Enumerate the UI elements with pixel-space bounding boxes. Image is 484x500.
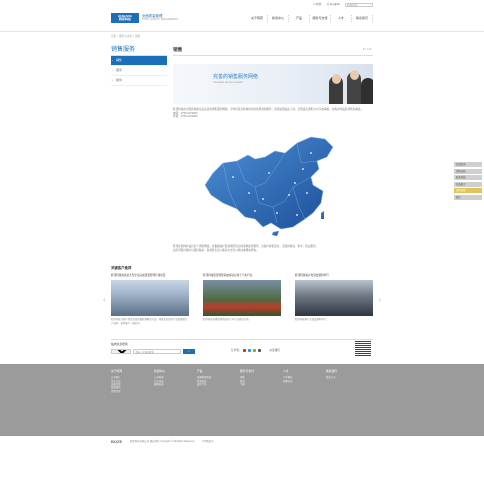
sidebar-title: 销售服务 <box>111 45 167 56</box>
more-share-icon[interactable] <box>258 348 262 352</box>
home-icon: ⌂ <box>312 2 315 7</box>
footer-column-title[interactable]: 新闻中心 <box>154 369 197 373</box>
site-search-label: 站内信息搜索 <box>111 341 128 346</box>
main-nav: 关于辉邦 新闻中心 产品 服务与支持 人才 联系我们 <box>247 15 373 22</box>
site-search: 站内信息搜索 全部 请输入关键词搜索 ⌕ 分享到： 关注我们 <box>111 338 373 361</box>
nav-contact[interactable]: 联系我们 <box>352 15 373 22</box>
topbar-links: ⌂ 中文 ◎ English 站内搜索 <box>313 3 373 7</box>
footer-link[interactable]: 资质荣誉 <box>111 390 154 393</box>
site-search-input[interactable]: 请输入关键词搜索 <box>133 349 181 355</box>
banner-title: 完善的销售服务网络 <box>213 74 259 80</box>
footer-column: 联系我们 联系方式 <box>326 369 369 393</box>
map-note: 辉邦在国内外设有多个销售网络，并根据客户及各地区的实际需求提供服务，为客户提供及… <box>173 244 319 252</box>
lang-cn-link[interactable]: ⌂ 中文 <box>313 3 322 7</box>
case-card[interactable]: 辉邦科技质量管理系统成功应用于汽车行业 辉邦科技质量管理系统在汽车行业成功应用。 <box>203 273 281 324</box>
cases-title: 关键客户推荐 <box>111 266 132 271</box>
font-size-control[interactable]: A⁺ A A⁻ <box>363 47 373 52</box>
map-island <box>272 230 279 236</box>
case-card[interactable]: 辉邦科技协助某大型企业完成质量管理升级项目 辉邦科技为客户提供全面质量管理解决方… <box>111 273 189 325</box>
sidebar-item-service-2[interactable]: 服务 <box>111 76 167 86</box>
top-search-input[interactable]: 站内搜索 <box>345 3 373 7</box>
china-map <box>204 136 334 236</box>
watermark: 鸿益康游戏坊 <box>350 452 453 471</box>
icp-text[interactable]: ICP备案号 <box>202 441 213 444</box>
topbar: ⌂ 中文 ◎ English 站内搜索 <box>111 0 373 9</box>
footer-column: 关于辉邦 公司简介 企业文化 发展历程 组织架构 资质荣誉 <box>111 369 154 393</box>
banner-subtitle: Complete service network <box>213 81 243 84</box>
footer-link[interactable]: 下载 <box>240 383 283 386</box>
lang-en-link[interactable]: ◎ English <box>327 3 340 7</box>
float-item[interactable]: 在线咨询 <box>454 162 482 167</box>
nav-news[interactable]: 新闻中心 <box>268 15 289 22</box>
page-title: 销售 <box>173 47 183 52</box>
float-item[interactable]: 在线留言 <box>454 181 482 187</box>
footer-column-title[interactable]: 产品 <box>197 369 240 373</box>
carousel-next-icon[interactable]: › <box>378 295 381 305</box>
float-item[interactable]: 服务热线 <box>454 175 482 180</box>
search-icon: ⌕ <box>188 349 190 354</box>
intro-text: 辉邦科技在全国各地建立起完善的销售服务网络，全年持续为各地用户提供周到的服务，营… <box>173 108 364 119</box>
banner-person <box>361 78 373 104</box>
footer-link[interactable]: 媒体报道 <box>154 383 197 386</box>
footer-logo: BOZE <box>111 439 123 445</box>
carousel-prev-icon[interactable]: ‹ <box>103 295 106 305</box>
qzone-icon[interactable] <box>248 348 252 352</box>
qr-code <box>355 339 371 356</box>
nav-about[interactable]: 关于辉邦 <box>247 15 268 22</box>
banner-face <box>349 70 359 80</box>
map-island <box>321 210 324 219</box>
breadcrumb: 首页 > 服务与支持 > 销售 <box>111 35 141 38</box>
footer-column-title[interactable]: 服务与支持 <box>240 369 283 373</box>
cases-carousel: ‹ 辉邦科技协助某大型企业完成质量管理升级项目 辉邦科技为客户提供全面质量管理解… <box>103 273 381 325</box>
footer: 关于辉邦 公司简介 企业文化 发展历程 组织架构 资质荣誉 新闻中心 公司新闻 行业动态 媒体报道… <box>0 363 484 436</box>
logo-mark: HUIBANG 辉邦科技 <box>111 13 139 23</box>
case-image <box>203 280 281 317</box>
float-item[interactable]: 微信 <box>454 194 482 200</box>
footer-column-title[interactable]: 人才 <box>283 369 326 373</box>
logo[interactable]: HUIBANG 辉邦科技 全面质量管理 TOTAL QUALITY MANAGE… <box>111 13 178 23</box>
float-item[interactable]: 销售热线 <box>454 168 482 174</box>
banner-face <box>331 74 341 84</box>
case-image <box>111 280 189 317</box>
float-item[interactable]: 返回顶部 <box>454 188 482 193</box>
map-shape <box>204 136 334 230</box>
nav-careers[interactable]: 人才 <box>331 15 352 22</box>
sidebar-item-service[interactable]: 服务 <box>111 66 167 76</box>
footer-column-title[interactable]: 联系我们 <box>326 369 369 373</box>
footer-link[interactable]: 软件产品 <box>197 383 240 386</box>
footer-column: 新闻中心 公司新闻 行业动态 媒体报道 <box>154 369 197 393</box>
footer-column-title[interactable]: 关于辉邦 <box>111 369 154 373</box>
footer-column: 人才 人才理念 招聘信息 <box>283 369 326 393</box>
sidebar-item-sales[interactable]: 销售 <box>111 56 167 66</box>
share-bar: 分享到： 关注我们 <box>231 348 280 352</box>
globe-icon: ◎ <box>326 2 330 7</box>
nav-service[interactable]: 服务与支持 <box>310 15 331 22</box>
footer-link[interactable]: 招聘信息 <box>283 380 326 383</box>
footer-link[interactable]: 联系方式 <box>326 376 369 379</box>
copyright-bar: BOZE 辉邦科技有限公司 版权所有 Copyright © All Right… <box>0 435 484 450</box>
case-card[interactable]: 辉邦科技客户交流会顺利举行 辉邦科技客户交流会顺利举行。 <box>295 273 373 324</box>
sidebar: 销售服务 销售 服务 服务 <box>111 45 167 252</box>
case-image <box>295 280 373 317</box>
banner-image: 完善的销售服务网络 Complete service network <box>173 64 373 104</box>
main-content: 销售 A⁺ A A⁻ 完善的销售服务网络 Complete service ne… <box>173 45 373 252</box>
search-scope-select[interactable]: 全部 <box>111 349 131 355</box>
copyright-text: 辉邦科技有限公司 版权所有 Copyright © All Rights Res… <box>130 440 195 444</box>
weibo-icon[interactable] <box>243 348 247 352</box>
header: HUIBANG 辉邦科技 全面质量管理 TOTAL QUALITY MANAGE… <box>111 9 373 31</box>
search-button[interactable]: ⌕ <box>183 349 195 355</box>
wechat-icon[interactable] <box>253 348 257 352</box>
nav-products[interactable]: 产品 <box>289 15 310 22</box>
footer-column: 服务与支持 销售 服务 下载 <box>240 369 283 393</box>
breadcrumb-bar: 首页 > 服务与支持 > 销售 <box>0 31 484 41</box>
footer-column: 产品 质量管理系统 检测设备 软件产品 <box>197 369 240 393</box>
right-float-panel: 在线咨询 销售热线 服务热线 在线留言 返回顶部 微信 <box>454 162 482 201</box>
brand-text: 全面质量管理 TOTAL QUALITY MANAGEMENT <box>142 14 179 21</box>
